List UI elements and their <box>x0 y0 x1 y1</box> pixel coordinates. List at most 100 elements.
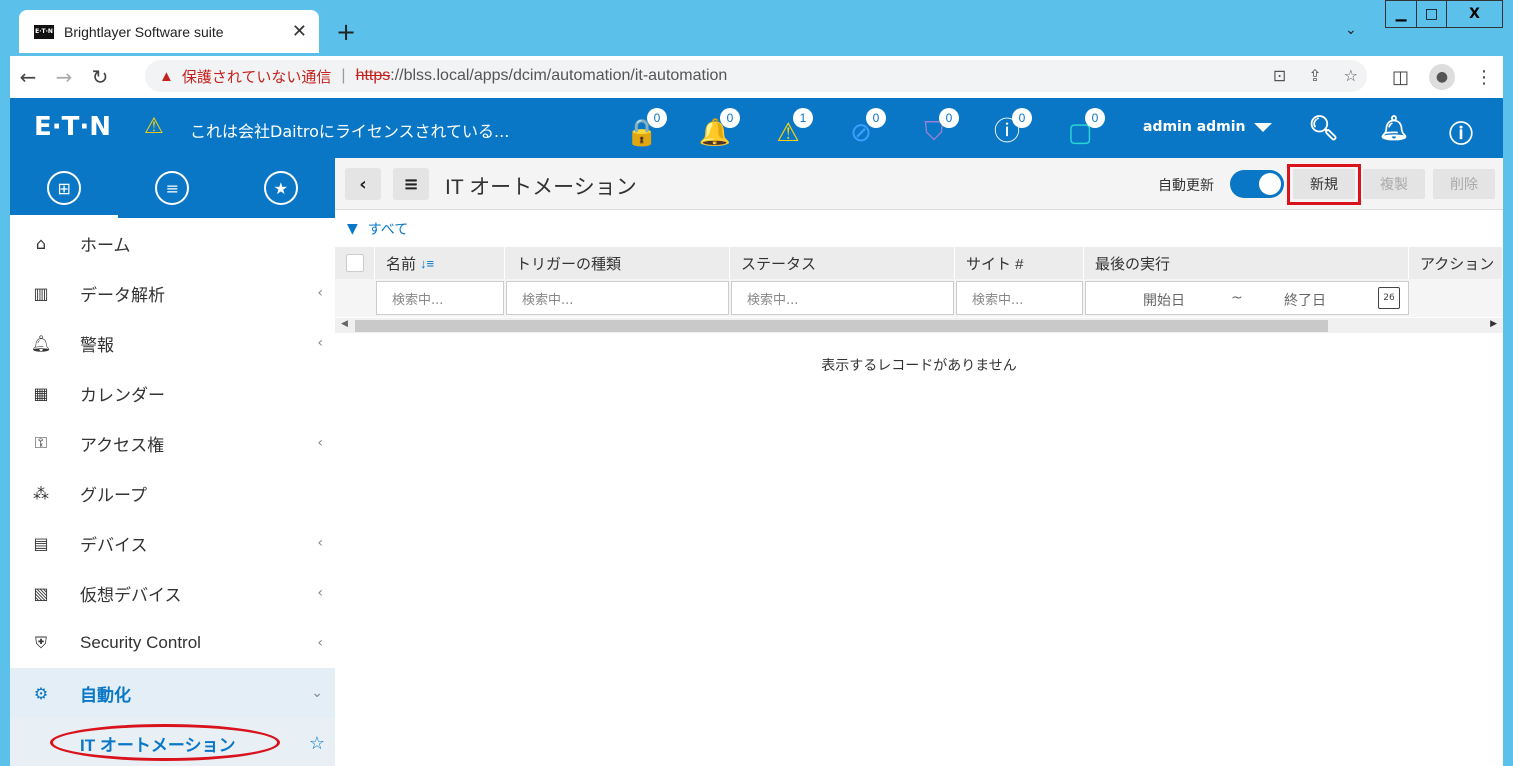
access-key-icon: ⚿ <box>34 433 48 452</box>
notification-bell-icon[interactable]: 🔔︎ <box>1379 114 1409 149</box>
scroll-right-arrow-icon[interactable]: ▶ <box>1490 319 1497 329</box>
sidebar-item[interactable]: ⚙ 自動化 ⌄ <box>10 668 335 718</box>
horizontal-scrollbar[interactable]: ◀ ▶ <box>335 318 1503 333</box>
translate-icon[interactable]: ⊡ <box>1273 66 1286 85</box>
auto-refresh-toggle[interactable] <box>1230 170 1284 198</box>
address-bar[interactable]: ▲ 保護されていない通信 | https ://blss.local/apps/… <box>145 60 1367 92</box>
filter-all-link[interactable]: すべて <box>368 219 408 239</box>
window-close-button[interactable]: X <box>1446 1 1502 27</box>
eaton-logo[interactable]: E·T·N <box>34 112 111 142</box>
user-menu[interactable]: admin admin <box>1143 119 1272 135</box>
date-end-placeholder: 終了日 <box>1284 293 1326 309</box>
trigger-type-search-input[interactable]: 検索中... <box>506 281 729 315</box>
virtual-device-icon: ▧ <box>33 583 49 603</box>
filter-row: ▼ すべて <box>335 210 1503 247</box>
column-label: 名前 <box>386 255 417 273</box>
warning-alarm-icon[interactable]: ⚠ 1 <box>771 108 813 148</box>
shield-alarm-icon[interactable]: ⛉ 0 <box>917 108 959 148</box>
date-range-picker[interactable]: 開始日 ~ 終了日 26 <box>1085 281 1409 315</box>
chevron-left-icon[interactable]: ‹ <box>317 585 323 601</box>
chevron-left-icon[interactable]: ‹ <box>317 635 323 651</box>
window-minimize-button[interactable]: ▁ <box>1386 1 1416 27</box>
sort-icon[interactable]: ↓≡ <box>420 256 434 271</box>
chart-icon: ▥ <box>33 283 49 303</box>
status-search-input[interactable]: 検索中... <box>731 281 954 315</box>
collapse-sidebar-button[interactable]: ‹ <box>345 168 381 200</box>
device-icon: ▤ <box>33 533 49 553</box>
new-tab-button[interactable]: + <box>336 18 356 46</box>
sidebar-item[interactable]: ⁂ グループ <box>10 468 335 518</box>
highlight-ellipse <box>50 724 280 761</box>
chevron-left-icon[interactable]: ‹ <box>317 285 323 301</box>
sidebar-item[interactable]: ⚿ アクセス権 ‹ <box>10 418 335 468</box>
info-alarm-icon[interactable]: ⓘ 0 <box>990 108 1032 148</box>
alert-count-badge: 0 <box>720 108 740 128</box>
filter-funnel-icon[interactable]: ▼ <box>347 221 358 237</box>
sidebar-item[interactable]: 🔔︎ 警報 ‹ <box>10 318 335 368</box>
url-path: ://blss.local/apps/dcim/automation/it-au… <box>390 67 728 84</box>
sidebar-subitem-it-automation[interactable]: IT オートメーション ☆ <box>10 718 335 766</box>
browser-menu-icon[interactable]: ⋮ <box>1475 67 1493 88</box>
browser-tab[interactable]: E·T·N Brightlayer Software suite ✕ <box>19 10 319 53</box>
sidebar-item[interactable]: ⌂ ホーム <box>10 218 335 268</box>
chevron-down-icon[interactable]: ⌄ <box>311 685 323 701</box>
alarm-icon: 🔔︎ <box>30 333 52 353</box>
sidebar-item[interactable]: ▧ 仮想デバイス ‹ <box>10 568 335 618</box>
browser-toolbar: ← → ↻ ▲ 保護されていない通信 | https ://blss.local… <box>10 56 1503 98</box>
critical-alarm-bell-icon[interactable]: 🔔 0 <box>698 108 740 148</box>
alert-count-badge: 1 <box>793 108 813 128</box>
site-search-input[interactable]: 検索中... <box>956 281 1083 315</box>
chevron-left-icon[interactable]: ‹ <box>317 435 323 451</box>
help-icon[interactable]: ⓘ <box>1449 114 1473 149</box>
column-header-status[interactable]: ステータス <box>730 247 955 279</box>
sidebar-item[interactable]: ⛨ Security Control ‹ <box>10 618 335 668</box>
profile-avatar-icon[interactable]: ● <box>1429 64 1455 90</box>
share-icon[interactable]: ⇪ <box>1308 66 1321 85</box>
sidebar-item-label: ホーム <box>80 235 131 255</box>
reload-icon[interactable]: ↻ <box>82 65 118 89</box>
scrollbar-thumb[interactable] <box>355 320 1328 332</box>
side-panel-icon[interactable]: ◫ <box>1392 67 1409 88</box>
forward-arrow-icon[interactable]: → <box>46 65 82 89</box>
column-header-site[interactable]: サイト # <box>955 247 1084 279</box>
tab-close-icon[interactable]: ✕ <box>292 21 307 42</box>
menu-hamburger-icon[interactable]: ≡ <box>393 168 429 200</box>
column-header-trigger-type[interactable]: トリガーの種類 <box>505 247 730 279</box>
license-text[interactable]: これは会社Daitroにライセンスされている... <box>190 118 509 142</box>
scroll-left-arrow-icon[interactable]: ◀ <box>341 319 348 329</box>
column-header-action[interactable]: アクション <box>1409 247 1503 279</box>
list-menu-icon[interactable]: ≡ <box>155 171 190 205</box>
security-alarm-icon[interactable]: 🔒 0 <box>625 108 667 148</box>
sidebar-item[interactable]: ▦ カレンダー <box>10 368 335 418</box>
address-separator: | <box>341 67 346 84</box>
favorite-star-icon[interactable]: ☆ <box>309 733 325 754</box>
security-warning-text: 保護されていない通信 <box>181 68 332 86</box>
shield-icon: ⛨ <box>34 633 47 652</box>
bookmark-star-icon[interactable]: ☆ <box>1344 66 1358 85</box>
duplicate-button[interactable]: 複製 <box>1363 169 1425 199</box>
column-header-name[interactable]: 名前 ↓≡ <box>375 247 505 279</box>
delete-button[interactable]: 削除 <box>1433 169 1495 199</box>
search-icon[interactable]: 🔍︎ <box>1308 114 1338 149</box>
favorites-star-icon[interactable]: ★ <box>263 171 298 205</box>
sidebar-item[interactable]: ▤ デバイス ‹ <box>10 518 335 568</box>
sidebar-item[interactable]: ▥ データ解析 ‹ <box>10 268 335 318</box>
select-all-checkbox[interactable] <box>346 254 364 272</box>
alert-count-badge: 0 <box>866 108 886 128</box>
sidebar-item-label: 警報 <box>80 335 114 355</box>
notice-alarm-icon[interactable]: ▢ 0 <box>1063 108 1105 148</box>
apps-grid-icon[interactable]: ⊞ <box>47 171 82 205</box>
back-arrow-icon[interactable]: ← <box>10 65 46 89</box>
main-content: ‹ ≡ IT オートメーション 自動更新 新規 複製 削除 ▼ すべて 名前 ↓≡… <box>335 158 1503 766</box>
warning-triangle-icon: ▲ <box>159 67 174 85</box>
window-maximize-button[interactable]: □ <box>1416 1 1446 27</box>
disabled-alarm-icon[interactable]: ⊘ 0 <box>844 108 886 148</box>
tab-search-chevron-icon[interactable]: ⌄ <box>1345 22 1357 38</box>
name-search-input[interactable]: 検索中... <box>376 281 504 315</box>
chevron-left-icon[interactable]: ‹ <box>317 335 323 351</box>
browser-tab-bar: E·T·N Brightlayer Software suite ✕ + ⌄ ▁… <box>0 0 1513 56</box>
column-header-last-run[interactable]: 最後の実行 <box>1084 247 1409 279</box>
license-warning-icon: ⚠ <box>144 114 164 139</box>
calendar-icon[interactable]: 26 <box>1378 287 1400 309</box>
chevron-left-icon[interactable]: ‹ <box>317 535 323 551</box>
